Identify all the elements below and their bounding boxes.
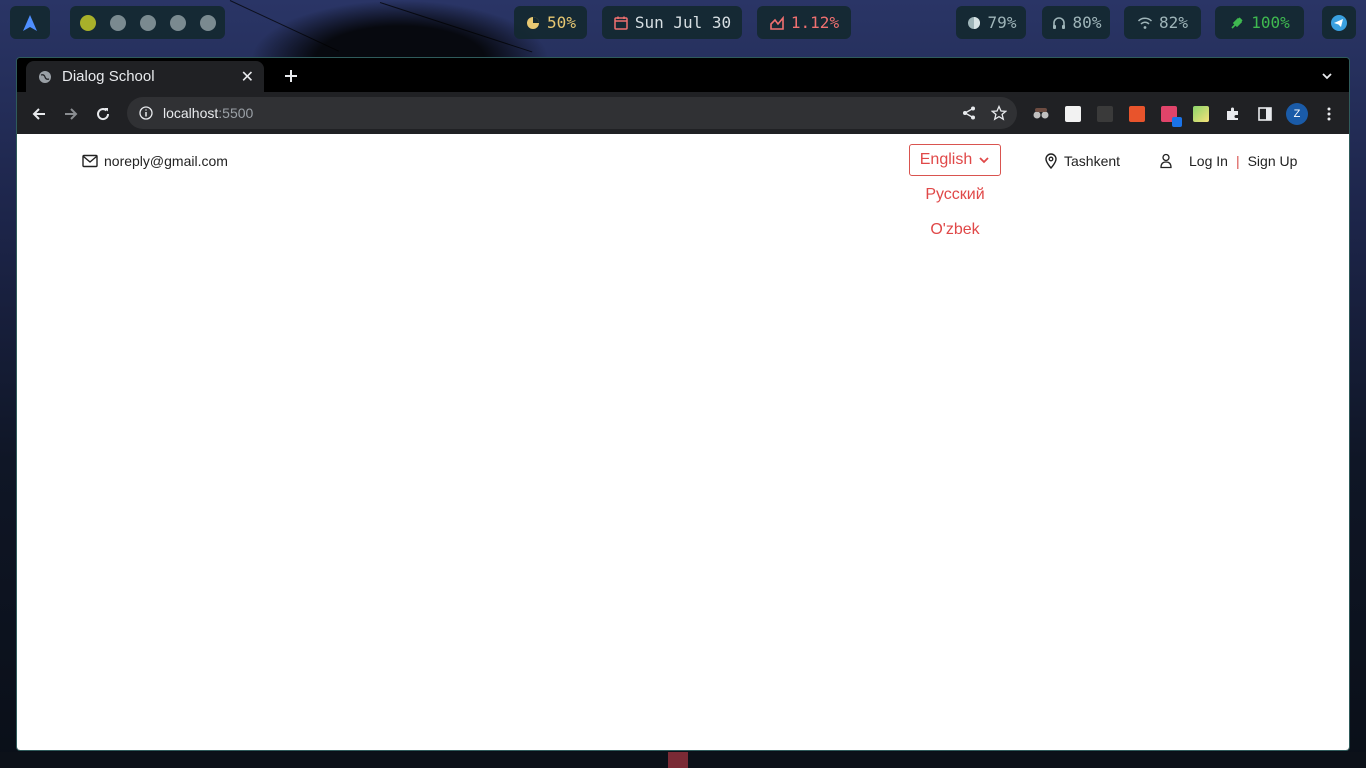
signup-link[interactable]: Sign Up <box>1248 153 1298 169</box>
extension-dark-button[interactable] <box>1093 102 1117 126</box>
workspace-3-indicator[interactable] <box>139 14 156 31</box>
language-option-uzbek[interactable]: O'zbek <box>909 221 1001 239</box>
chevron-down-icon <box>1322 73 1332 80</box>
reload-icon <box>97 108 110 121</box>
brightness-icon <box>967 16 980 29</box>
browser-toolbar: localhost:5500 Z <box>17 92 1349 134</box>
network-rate-value: 1.12% <box>790 13 840 32</box>
headphones-icon <box>1052 16 1065 29</box>
user-icon <box>1160 153 1172 169</box>
new-tab-button[interactable] <box>277 62 305 90</box>
extension-maps-button[interactable] <box>1189 102 1213 126</box>
dark-square-icon <box>1097 106 1113 122</box>
share-icon[interactable] <box>961 105 977 121</box>
wifi-value: 82% <box>1159 13 1188 32</box>
area-chart-icon <box>770 15 784 30</box>
map-square-icon <box>1193 106 1209 122</box>
extension-glasses-button[interactable] <box>1029 102 1053 126</box>
tab-dialog-school[interactable]: Dialog School ✕ <box>26 61 264 92</box>
arrow-left-icon <box>32 108 45 120</box>
envelope-icon <box>82 154 98 168</box>
extensions-area: Z <box>1029 100 1341 128</box>
volume-value: 80% <box>1072 13 1102 32</box>
brightness-widget[interactable]: 79% <box>956 6 1026 39</box>
back-button[interactable] <box>25 100 53 128</box>
forward-button[interactable] <box>57 100 85 128</box>
white-square-icon <box>1065 106 1081 122</box>
battery-widget[interactable]: 100% <box>1215 6 1304 39</box>
auth-links: Log In | Sign Up <box>1159 153 1297 169</box>
extension-pink-button[interactable] <box>1157 102 1182 127</box>
battery-value: 100% <box>1251 13 1290 32</box>
web-page: noreply@gmail.com English Русский O'zbek… <box>17 134 1349 750</box>
url-host: localhost <box>163 105 219 121</box>
volume-widget[interactable]: 80% <box>1042 6 1110 39</box>
language-selected-label: English <box>919 151 973 168</box>
brightness-value: 79% <box>987 13 1017 32</box>
orange-square-icon <box>1129 106 1145 122</box>
workspace-switcher <box>70 6 225 39</box>
workspace-4-indicator[interactable] <box>169 14 186 31</box>
chevron-down-icon <box>979 157 989 164</box>
location-link[interactable]: Tashkent <box>1044 153 1120 169</box>
profile-avatar: Z <box>1286 103 1308 125</box>
plus-icon <box>285 70 297 82</box>
charging-plug-icon <box>1231 16 1243 29</box>
kebab-menu-icon <box>1327 107 1331 121</box>
language-select[interactable]: English <box>909 144 1001 176</box>
info-icon <box>139 106 153 120</box>
wifi-widget[interactable]: 82% <box>1124 6 1201 39</box>
map-pin-icon <box>1045 153 1057 169</box>
wallpaper-sign <box>668 752 688 768</box>
tab-title: Dialog School <box>62 68 155 85</box>
side-panel-icon <box>1258 107 1272 121</box>
reload-button[interactable] <box>89 100 117 128</box>
extensions-menu-button[interactable] <box>1221 102 1245 126</box>
extension-white-button[interactable] <box>1061 102 1085 126</box>
cpu-value: 50% <box>547 13 576 32</box>
location-text: Tashkent <box>1064 153 1121 169</box>
bookmark-star-icon[interactable] <box>991 105 1007 121</box>
arrow-right-icon <box>65 108 78 120</box>
notification-button[interactable] <box>1322 6 1356 39</box>
workspace-5-indicator[interactable] <box>199 14 216 31</box>
browser-window: Dialog School ✕ localhost:5500 Z norepl… <box>16 57 1350 751</box>
extension-formula-button[interactable] <box>1125 102 1149 126</box>
pink-square-icon <box>1161 106 1182 127</box>
calendar-icon <box>614 16 628 30</box>
arch-logo-icon <box>23 14 37 31</box>
login-link[interactable]: Log In <box>1189 153 1228 169</box>
profile-button[interactable]: Z <box>1285 102 1309 126</box>
wifi-icon <box>1138 16 1153 29</box>
puzzle-icon <box>1227 107 1238 120</box>
workspace-2-indicator[interactable] <box>109 14 126 31</box>
tab-search-button[interactable] <box>1315 64 1339 88</box>
browser-menu-button[interactable] <box>1317 102 1341 126</box>
cpu-widget[interactable]: 50% <box>514 6 587 39</box>
address-bar[interactable]: localhost:5500 <box>127 97 1017 129</box>
globe-icon <box>39 70 51 83</box>
telegram-icon <box>1331 14 1347 31</box>
pie-chart-icon <box>527 16 540 29</box>
side-panel-button[interactable] <box>1253 102 1277 126</box>
date-value: Sun Jul 30 <box>634 13 732 32</box>
workspace-1-indicator[interactable] <box>79 14 96 31</box>
close-tab-icon[interactable]: ✕ <box>241 67 254 87</box>
network-rate-widget[interactable]: 1.12% <box>757 6 851 39</box>
url-port: :5500 <box>218 105 254 121</box>
contact-email[interactable]: noreply@gmail.com <box>82 153 228 169</box>
system-topbar: 50% Sun Jul 30 1.12% 79% 80% 82% 100% <box>0 0 1366 46</box>
language-option-russian[interactable]: Русский <box>909 186 1001 204</box>
glasses-icon <box>1033 108 1049 119</box>
auth-separator: | <box>1235 153 1240 169</box>
app-launcher-button[interactable] <box>10 6 50 39</box>
tab-strip: Dialog School ✕ <box>17 58 1349 92</box>
date-widget[interactable]: Sun Jul 30 <box>602 6 742 39</box>
email-text: noreply@gmail.com <box>104 153 228 169</box>
